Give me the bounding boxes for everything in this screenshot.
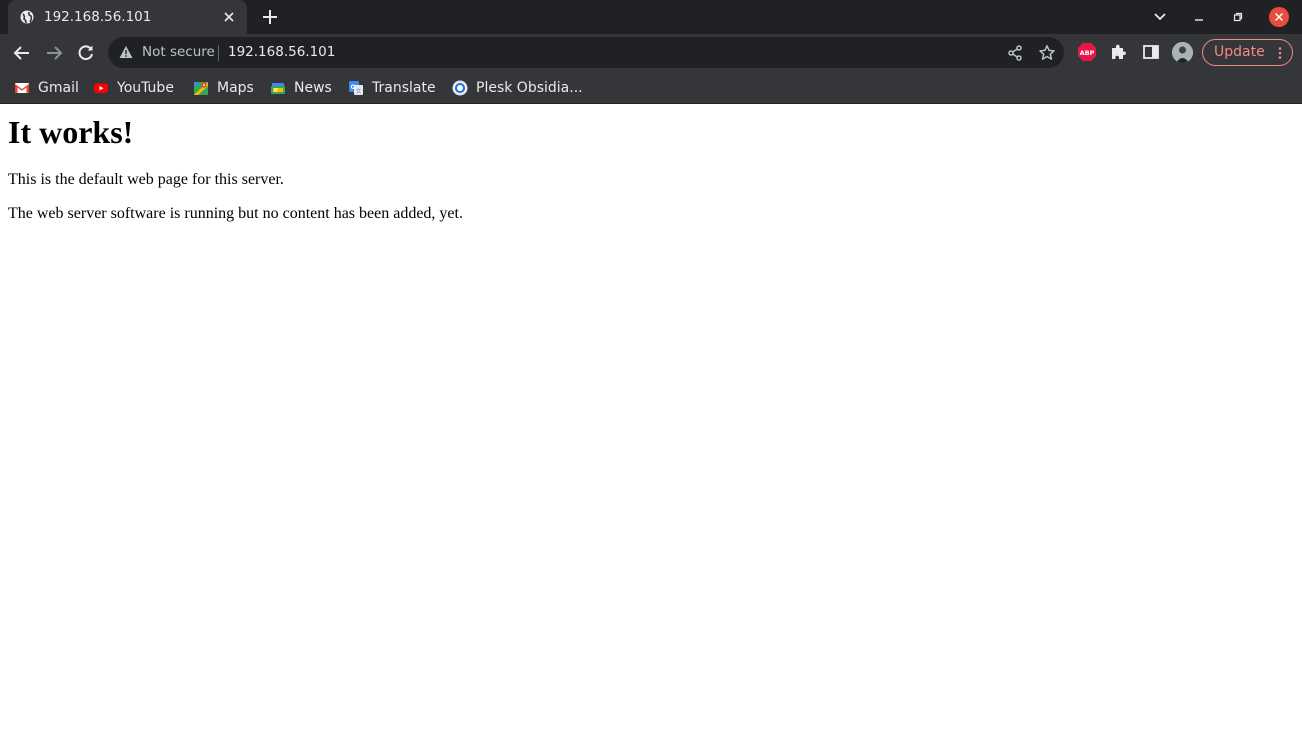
browser-toolbar: Not secure 192.168.56.101 ABP Update	[0, 34, 1302, 71]
side-panel-icon	[1143, 45, 1159, 59]
profile-icon	[1172, 42, 1193, 63]
restore-button[interactable]	[1222, 0, 1254, 34]
close-window-circle	[1269, 7, 1289, 27]
bookmarks-bar: Gmail YouTube Maps News G 文 Translate Pl…	[0, 71, 1302, 104]
puzzle-icon	[1112, 44, 1126, 59]
bookmark-star-icon[interactable]	[1038, 44, 1056, 62]
globe-icon	[20, 10, 34, 24]
plesk-icon	[452, 80, 468, 96]
page-viewport: It works! This is the default web page f…	[0, 105, 1302, 741]
close-window-button[interactable]	[1263, 0, 1295, 34]
page-paragraph: The web server software is running but n…	[8, 205, 463, 222]
tab-strip: 192.168.56.101	[0, 0, 1302, 34]
profile-avatar[interactable]	[1172, 42, 1193, 63]
restore-icon	[1233, 12, 1243, 22]
adblock-icon: ABP	[1078, 43, 1096, 61]
bookmark-label: YouTube	[117, 80, 174, 96]
bookmark-translate[interactable]: G 文 Translate	[348, 77, 436, 99]
address-divider	[218, 45, 219, 61]
reload-button[interactable]	[74, 41, 98, 65]
new-tab-icon[interactable]	[262, 9, 278, 25]
bookmark-label: News	[294, 80, 332, 96]
youtube-icon	[94, 83, 108, 93]
url-text[interactable]: 192.168.56.101	[228, 44, 335, 60]
share-icon[interactable]	[1006, 44, 1024, 62]
side-panel-button[interactable]	[1141, 42, 1161, 62]
reload-icon	[78, 45, 93, 61]
warning-icon[interactable]	[119, 45, 133, 59]
extensions-button[interactable]	[1109, 42, 1129, 62]
page-paragraph: This is the default web page for this se…	[8, 171, 284, 188]
close-tab-icon[interactable]	[222, 10, 236, 24]
bookmark-label: Maps	[217, 80, 254, 96]
news-icon	[271, 83, 285, 94]
back-button[interactable]	[10, 41, 34, 65]
chevron-down-icon	[1154, 13, 1166, 21]
bookmark-label: Translate	[372, 80, 436, 96]
tab-search-button[interactable]	[1144, 0, 1176, 34]
active-tab[interactable]: 192.168.56.101	[8, 0, 247, 34]
forward-button[interactable]	[42, 41, 66, 65]
arrow-right-icon	[47, 46, 63, 60]
tab-title: 192.168.56.101	[44, 9, 152, 25]
gmail-icon	[15, 83, 29, 93]
bookmark-plesk[interactable]: Plesk Obsidia...	[452, 77, 583, 99]
bookmark-maps[interactable]: Maps	[193, 77, 254, 99]
security-status-label[interactable]: Not secure	[142, 44, 215, 60]
adblock-extension-button[interactable]: ABP	[1077, 42, 1097, 62]
page-heading: It works!	[8, 114, 134, 150]
translate-icon: G 文	[349, 81, 363, 95]
update-button[interactable]: Update	[1202, 39, 1293, 66]
kebab-menu-icon	[1278, 47, 1282, 59]
bookmark-label: Plesk Obsidia...	[476, 80, 583, 96]
bookmark-gmail[interactable]: Gmail	[14, 77, 79, 99]
bookmark-youtube[interactable]: YouTube	[93, 77, 174, 99]
bookmark-news[interactable]: News	[270, 77, 332, 99]
minimize-button[interactable]	[1183, 0, 1215, 34]
arrow-left-icon	[13, 46, 29, 60]
close-icon	[1274, 12, 1284, 22]
update-label: Update	[1214, 44, 1265, 60]
address-bar[interactable]: Not secure 192.168.56.101	[108, 37, 1064, 68]
svg-text:文: 文	[356, 87, 362, 95]
bookmark-label: Gmail	[38, 80, 79, 96]
minimize-icon	[1195, 19, 1203, 21]
maps-icon	[194, 82, 208, 95]
svg-text:ABP: ABP	[1080, 49, 1095, 57]
